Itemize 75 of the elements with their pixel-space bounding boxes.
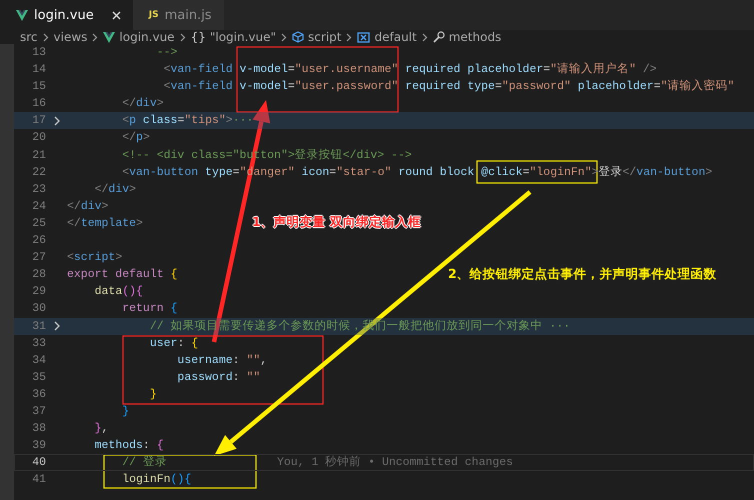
code-line: password: "" [177,370,260,386]
code-line: return { [122,301,178,318]
code-line: <script> [67,250,122,266]
line-number: 40 [31,455,46,472]
code-line: user: { [150,336,198,352]
code-line: <van-field v-model="user.password" required type="password" placeholder="请输入密码" [164,78,734,96]
close-icon[interactable] [112,10,121,20]
line-number: 39 [31,438,46,454]
code-line: </div> [122,96,164,112]
code-line: }, [94,421,108,438]
vue-logo-icon [103,32,116,42]
line-number: 38 [31,421,46,438]
code-line: } [122,404,130,420]
line-number: 23 [31,182,46,198]
chevron-icon [92,32,98,42]
code-line: <van-field v-model="user.username" required placeholder="请输入用户名" /> [164,61,657,78]
breadcrumb-label: default [374,30,417,44]
line-number: 33 [31,336,46,352]
cube-icon [292,31,304,43]
chevron-icon[interactable] [54,116,60,126]
line-number: 20 [31,130,46,146]
editor-tab[interactable]: JS main.js [132,0,224,30]
line-number: 26 [31,233,46,250]
line-number: 35 [31,370,46,386]
code-line: </div> [67,198,108,215]
line-number: 14 [31,62,46,78]
code-line: --> [156,45,178,61]
editor-tab[interactable]: login.vue [0,0,133,30]
line-number: 30 [31,301,46,318]
code-line: </p> [122,130,150,146]
breadcrumb-label: script [308,30,342,44]
module-icon [357,32,370,42]
chevron-icon [42,32,49,42]
breadcrumb-item[interactable]: src [20,30,38,44]
chevron-icon [422,32,428,42]
line-number: 13 [31,45,46,61]
line-number: 21 [31,148,46,164]
chevron-icon [281,32,288,42]
breadcrumb-label: login.vue [119,30,175,44]
code-line: methods: { [94,438,164,454]
code-line: loginFn(){ [122,472,192,488]
line-number: 41 [31,472,46,488]
line-number: 15 [31,79,46,96]
git-blame-annotation: You, 1 秒钟前 • Uncommitted changes [276,454,514,472]
breadcrumb-item[interactable]: views [54,30,88,44]
line-number: 37 [31,404,46,420]
line-number: 29 [31,284,46,300]
chevron-icon [346,32,352,42]
line-number: 22 [31,164,46,181]
line-number: 34 [31,352,46,369]
line-number: 28 [31,267,46,284]
code-line: username: "", [177,352,268,369]
code-line: // 登录 [122,454,167,472]
line-number: 17 [31,113,46,130]
line-number: 25 [31,216,46,232]
chevron-icon [180,32,186,42]
vue-logo-icon [16,10,28,20]
annotation-label: 1、声明变量 双向绑定输入框 [252,214,422,231]
code-line: export default { [67,267,178,284]
code-line: <p class="tips">··· [122,113,254,130]
js-file-icon: JS [148,10,159,20]
line-number: 24 [31,198,46,215]
line-number: 16 [31,96,46,112]
breadcrumb-label: methods [448,30,502,44]
code-line: </div> [94,182,136,198]
code-line: data(){ [94,284,143,300]
code-line: </template> [67,216,143,232]
code-line: } [150,386,157,403]
annotation-label: 2、给按钮绑定点击事件，并声明事件处理函数 [448,266,717,283]
breadcrumb-label: "login.vue" [210,30,276,44]
line-number: 27 [31,250,46,266]
line-number: 36 [31,386,46,403]
line-number: 31 [31,318,46,334]
chevron-icon[interactable] [54,321,60,332]
braces-icon: {} [190,30,206,44]
